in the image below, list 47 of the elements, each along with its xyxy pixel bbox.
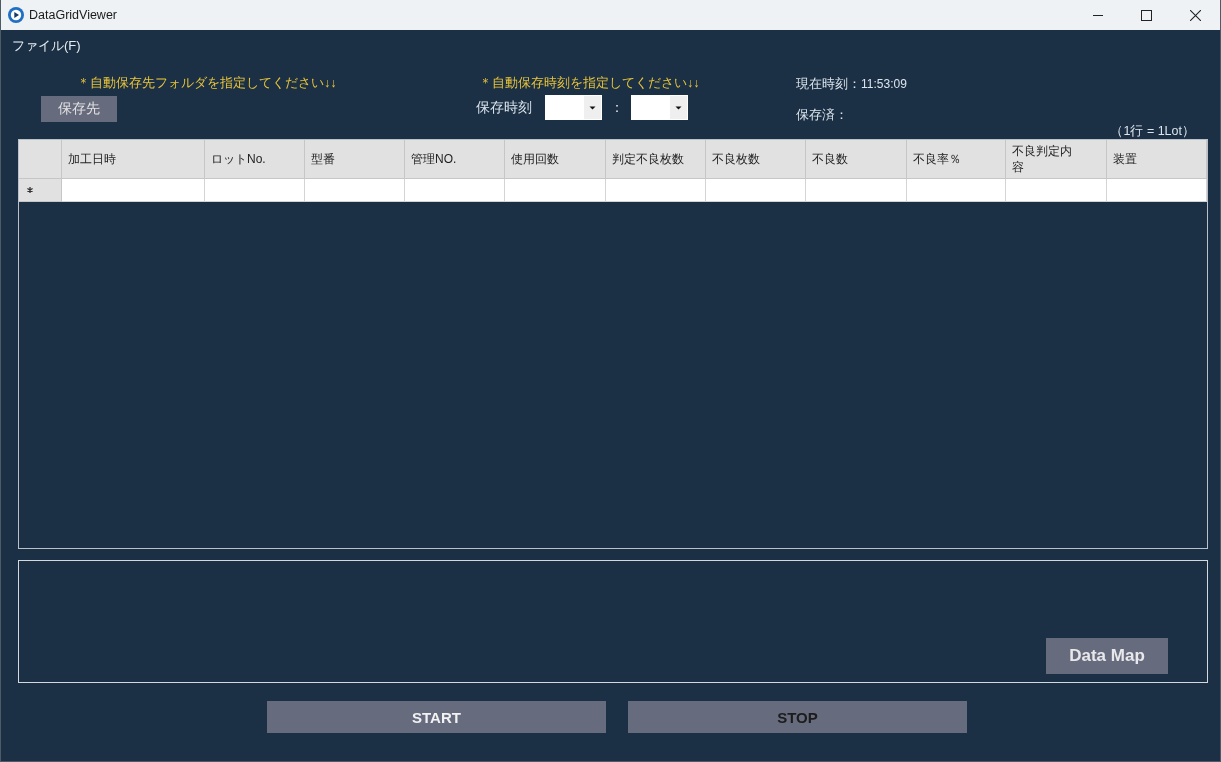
table-cell[interactable] [606,179,706,202]
column-header[interactable]: ロットNo. [205,140,305,179]
column-header[interactable]: 加工日時 [62,140,205,179]
row-header[interactable] [19,179,62,202]
menu-item[interactable]: ファイル(F) [12,35,81,55]
new-row[interactable] [19,179,1207,202]
table-cell[interactable] [806,179,907,202]
column-header[interactable]: 型番 [305,140,405,179]
grid-corner-cell [19,140,62,179]
window-title: DataGridViewer [29,8,118,22]
table-cell[interactable] [505,179,606,202]
table-cell[interactable] [907,179,1006,202]
column-header[interactable]: 不良判定内容 [1006,140,1107,179]
table-cell[interactable] [706,179,806,202]
time-hint-text: ＊自動保存時刻を指定してください↓↓ [479,75,700,91]
table-cell[interactable] [62,179,205,202]
data-map-button[interactable]: Data Map [1046,638,1168,674]
column-header[interactable]: 判定不良枚数 [606,140,706,179]
column-header[interactable]: 不良数 [806,140,907,179]
action-button[interactable]: START [267,701,606,733]
caret-icon [670,96,687,119]
minimize-icon [1092,14,1103,16]
caret-icon [584,96,601,119]
current-time-label: 現在時刻： [796,75,861,93]
dropdown-field[interactable] [545,95,602,120]
save-folder-button[interactable]: 保存先 [41,96,117,122]
table-cell[interactable] [1107,179,1207,202]
column-header[interactable]: 不良率％ [907,140,1006,179]
row-note-text: （1行 = 1Lot） [1110,123,1195,140]
save-time-label: 保存時刻 [476,98,533,117]
table-cell[interactable] [405,179,505,202]
saved-status-label: 保存済： [796,106,848,124]
play-disc-icon [8,7,24,23]
current-time-value: 11:53:09 [861,77,907,91]
dropdown-field[interactable] [631,95,688,120]
column-header[interactable]: 装置 [1107,140,1207,179]
close-icon [1190,9,1201,21]
folder-hint-text: ＊自動保存先フォルダを指定してください↓↓ [77,75,337,91]
table-cell[interactable] [1006,179,1107,202]
time-separator: ： [608,98,625,117]
column-header[interactable]: 不良枚数 [706,140,806,179]
column-header[interactable]: 管理NO. [405,140,505,179]
table-cell[interactable] [305,179,405,202]
table-cell[interactable] [205,179,305,202]
asterisk-icon [27,187,33,193]
maximize-icon [1141,9,1152,21]
column-header[interactable]: 使用回数 [505,140,606,179]
